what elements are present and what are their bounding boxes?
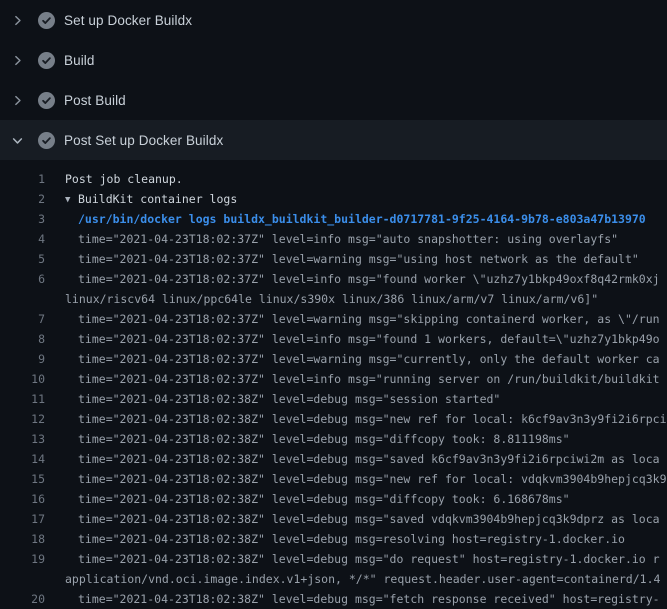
log-line: 20 time="2021-04-23T18:02:38Z" level=deb… bbox=[0, 589, 667, 609]
log-line-text: /usr/bin/docker logs buildx_buildkit_bui… bbox=[78, 209, 646, 229]
log-line-text: time="2021-04-23T18:02:38Z" level=debug … bbox=[78, 469, 667, 489]
log-line: 3 /usr/bin/docker logs buildx_buildkit_b… bbox=[0, 209, 667, 229]
step-section-label: Post Set up Docker Buildx bbox=[64, 133, 223, 148]
log-line-text: time="2021-04-23T18:02:37Z" level=warnin… bbox=[78, 349, 660, 369]
log-line-number[interactable]: 7 bbox=[0, 309, 45, 329]
log-line: linux/riscv64 linux/ppc64le linux/s390x … bbox=[0, 289, 667, 309]
step-section-row[interactable]: Post Build bbox=[0, 80, 667, 120]
log-line-text: time="2021-04-23T18:02:37Z" level=info m… bbox=[78, 229, 618, 249]
chevron-right-icon bbox=[11, 94, 24, 107]
log-line-number[interactable]: 13 bbox=[0, 429, 45, 449]
log-line-number[interactable]: 5 bbox=[0, 249, 45, 269]
log-line-text: time="2021-04-23T18:02:38Z" level=debug … bbox=[78, 589, 660, 609]
log-line: 12 time="2021-04-23T18:02:38Z" level=deb… bbox=[0, 409, 667, 429]
log-line: 18 time="2021-04-23T18:02:38Z" level=deb… bbox=[0, 529, 667, 549]
log-line-number[interactable]: 17 bbox=[0, 509, 45, 529]
log-line: 10 time="2021-04-23T18:02:37Z" level=inf… bbox=[0, 369, 667, 389]
log-line: 15 time="2021-04-23T18:02:38Z" level=deb… bbox=[0, 469, 667, 489]
step-section-row[interactable]: Set up Docker Buildx bbox=[0, 0, 667, 40]
log-line: 19 time="2021-04-23T18:02:38Z" level=deb… bbox=[0, 549, 667, 569]
log-line: 2 ▼BuildKit container logs bbox=[0, 189, 667, 209]
chevron-down-icon bbox=[11, 134, 24, 147]
log-line-number[interactable]: 1 bbox=[0, 169, 45, 189]
step-section-row[interactable]: Build bbox=[0, 40, 667, 80]
log-line: 7 time="2021-04-23T18:02:37Z" level=warn… bbox=[0, 309, 667, 329]
log-line-text: Post job cleanup. bbox=[65, 169, 183, 189]
step-section-label: Set up Docker Buildx bbox=[64, 13, 192, 28]
check-circle-icon bbox=[38, 12, 55, 29]
log-line-number[interactable]: 9 bbox=[0, 349, 45, 369]
log-line-text: time="2021-04-23T18:02:38Z" level=debug … bbox=[78, 509, 660, 529]
step-section-label: Post Build bbox=[64, 93, 126, 108]
log-line-number[interactable]: 19 bbox=[0, 549, 45, 569]
log-line-number[interactable]: 16 bbox=[0, 489, 45, 509]
step-sections: Set up Docker Buildx Build Post Build bbox=[0, 0, 667, 160]
log-line: 16 time="2021-04-23T18:02:38Z" level=deb… bbox=[0, 489, 667, 509]
log-line-text: ▼BuildKit container logs bbox=[65, 189, 237, 209]
group-expanded-marker: ▼ bbox=[65, 190, 78, 209]
log-line-text: time="2021-04-23T18:02:37Z" level=warnin… bbox=[78, 309, 660, 329]
log-line-number[interactable]: 11 bbox=[0, 389, 45, 409]
log-line-number[interactable]: 6 bbox=[0, 269, 45, 289]
log-line: 1 Post job cleanup. bbox=[0, 169, 667, 189]
log-line: 13 time="2021-04-23T18:02:38Z" level=deb… bbox=[0, 429, 667, 449]
chevron-right-icon bbox=[11, 14, 24, 27]
log-line-text: time="2021-04-23T18:02:38Z" level=debug … bbox=[78, 409, 667, 429]
log-line: application/vnd.oci.image.index.v1+json,… bbox=[0, 569, 667, 589]
log-line-number[interactable]: 2 bbox=[0, 189, 45, 209]
check-circle-icon bbox=[38, 52, 55, 69]
log-line-text: time="2021-04-23T18:02:37Z" level=info m… bbox=[78, 269, 660, 289]
step-section-label: Build bbox=[64, 53, 95, 68]
log-line: 14 time="2021-04-23T18:02:38Z" level=deb… bbox=[0, 449, 667, 469]
log-line-number[interactable]: 8 bbox=[0, 329, 45, 349]
log-line-text: time="2021-04-23T18:02:38Z" level=debug … bbox=[78, 389, 500, 409]
job-steps-panel: Set up Docker Buildx Build Post Build bbox=[0, 0, 667, 609]
log-line-number[interactable]: 14 bbox=[0, 449, 45, 469]
log-line: 5 time="2021-04-23T18:02:37Z" level=warn… bbox=[0, 249, 667, 269]
log-line-number[interactable]: 4 bbox=[0, 229, 45, 249]
log-line-number[interactable] bbox=[0, 289, 45, 309]
log-line-text: time="2021-04-23T18:02:38Z" level=debug … bbox=[78, 529, 625, 549]
check-circle-icon bbox=[38, 92, 55, 109]
log-line-text: time="2021-04-23T18:02:38Z" level=debug … bbox=[78, 449, 660, 469]
log-line: 6 time="2021-04-23T18:02:37Z" level=info… bbox=[0, 269, 667, 289]
log-line-number[interactable]: 3 bbox=[0, 209, 45, 229]
log-line-text: time="2021-04-23T18:02:38Z" level=debug … bbox=[78, 429, 570, 449]
log-line-text: time="2021-04-23T18:02:38Z" level=debug … bbox=[78, 489, 570, 509]
log-line: 17 time="2021-04-23T18:02:38Z" level=deb… bbox=[0, 509, 667, 529]
log-line-text: linux/riscv64 linux/ppc64le linux/s390x … bbox=[65, 289, 598, 309]
log-line: 8 time="2021-04-23T18:02:37Z" level=info… bbox=[0, 329, 667, 349]
log-line-text: application/vnd.oci.image.index.v1+json,… bbox=[65, 569, 660, 589]
log-line: 11 time="2021-04-23T18:02:38Z" level=deb… bbox=[0, 389, 667, 409]
log-line-number[interactable]: 12 bbox=[0, 409, 45, 429]
log-line-number[interactable]: 15 bbox=[0, 469, 45, 489]
log-line-text: time="2021-04-23T18:02:37Z" level=info m… bbox=[78, 329, 660, 349]
check-circle-icon bbox=[38, 132, 55, 149]
log-line-number[interactable]: 20 bbox=[0, 589, 45, 609]
log-line-number[interactable] bbox=[0, 569, 45, 589]
chevron-right-icon bbox=[11, 54, 24, 67]
log-line-text: time="2021-04-23T18:02:37Z" level=warnin… bbox=[78, 249, 639, 269]
log-line: 4 time="2021-04-23T18:02:37Z" level=info… bbox=[0, 229, 667, 249]
log-line-number[interactable]: 10 bbox=[0, 369, 45, 389]
step-log: 1 Post job cleanup. 2 ▼BuildKit containe… bbox=[0, 160, 667, 609]
log-line-text: time="2021-04-23T18:02:38Z" level=debug … bbox=[78, 549, 660, 569]
log-line-text: time="2021-04-23T18:02:37Z" level=info m… bbox=[78, 369, 660, 389]
log-line-number[interactable]: 18 bbox=[0, 529, 45, 549]
log-line: 9 time="2021-04-23T18:02:37Z" level=warn… bbox=[0, 349, 667, 369]
step-section-row[interactable]: Post Set up Docker Buildx bbox=[0, 120, 667, 160]
